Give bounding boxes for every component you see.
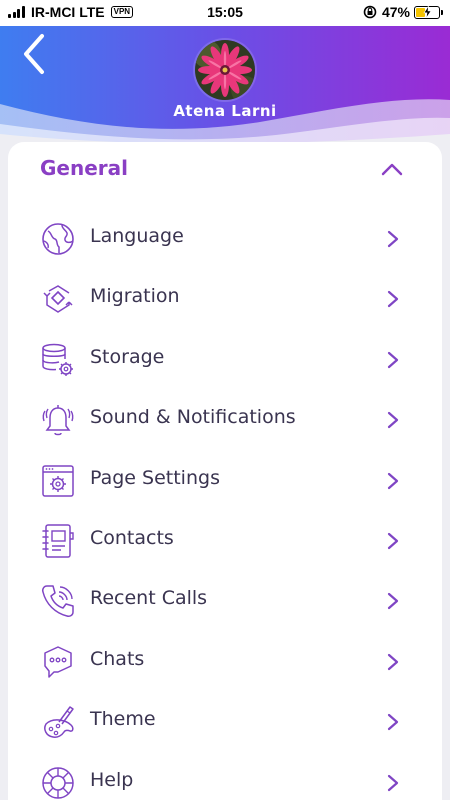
settings-item-label: Theme bbox=[90, 708, 156, 731]
help-icon bbox=[42, 766, 74, 799]
avatar-flower-image bbox=[195, 40, 255, 100]
settings-item-label: Sound & Notifications bbox=[90, 406, 296, 429]
settings-item-contacts[interactable]: Contacts bbox=[8, 510, 442, 570]
chevron-right-icon bbox=[387, 412, 399, 429]
settings-item-label: Page Settings bbox=[90, 466, 220, 489]
settings-item-label: Storage bbox=[90, 345, 165, 368]
page-settings-icon bbox=[42, 464, 74, 497]
settings-item-label: Migration bbox=[90, 285, 180, 308]
palette-icon bbox=[44, 706, 74, 739]
migration-icon bbox=[43, 285, 73, 314]
chevron-right-icon bbox=[387, 472, 399, 489]
rotation-lock-icon bbox=[363, 5, 377, 19]
back-button[interactable] bbox=[16, 30, 56, 76]
settings-item-page-settings[interactable]: Page Settings bbox=[8, 450, 442, 510]
battery-percent: 47% bbox=[381, 4, 410, 20]
settings-item-label: Recent Calls bbox=[90, 587, 208, 610]
settings-item-storage[interactable]: Storage bbox=[8, 329, 442, 389]
settings-item-help[interactable]: Help bbox=[8, 752, 442, 800]
chat-icon bbox=[44, 645, 72, 678]
contacts-icon bbox=[42, 524, 74, 558]
chevron-right-icon bbox=[387, 230, 399, 248]
storage-icon bbox=[42, 343, 73, 376]
settings-item-label: Contacts bbox=[90, 526, 174, 549]
settings-item-label: Language bbox=[90, 225, 184, 247]
chevron-up-icon[interactable] bbox=[380, 162, 404, 176]
settings-item-label: Help bbox=[90, 768, 134, 791]
settings-item-migration[interactable]: Migration bbox=[8, 268, 442, 328]
chevron-right-icon bbox=[387, 532, 399, 550]
globe-icon bbox=[42, 223, 74, 255]
settings-item-chats[interactable]: Chats bbox=[8, 631, 442, 691]
chevron-right-icon bbox=[387, 774, 399, 791]
settings-item-language[interactable]: Language bbox=[8, 208, 442, 268]
user-name: Atena Larni bbox=[173, 102, 277, 120]
status-right: 47% bbox=[363, 4, 443, 20]
avatar[interactable] bbox=[195, 40, 255, 100]
charging-bolt-icon bbox=[423, 5, 432, 18]
chevron-right-icon bbox=[387, 714, 399, 731]
chevron-right-icon bbox=[387, 653, 399, 670]
section-title: General bbox=[40, 156, 128, 180]
settings-item-sound-notifications[interactable]: Sound & Notifications bbox=[8, 389, 442, 449]
settings-item-theme[interactable]: Theme bbox=[8, 691, 442, 751]
status-bar: IR-MCI LTE VPN 15:05 47% bbox=[0, 0, 450, 26]
battery-icon bbox=[414, 5, 443, 19]
settings-item-label: Chats bbox=[90, 647, 145, 670]
settings-list: Language Migration Storage Sound & Notif… bbox=[8, 208, 442, 800]
settings-card: General Language Migration Storage Sound… bbox=[8, 142, 442, 800]
profile-header: Atena Larni bbox=[0, 26, 450, 144]
bell-icon bbox=[42, 405, 74, 436]
phone-icon bbox=[42, 585, 74, 618]
chevron-right-icon bbox=[387, 351, 399, 368]
general-section-header[interactable]: General bbox=[8, 142, 442, 198]
chevron-right-icon bbox=[387, 593, 399, 610]
chevron-right-icon bbox=[387, 291, 399, 308]
settings-item-recent-calls[interactable]: Recent Calls bbox=[8, 570, 442, 630]
